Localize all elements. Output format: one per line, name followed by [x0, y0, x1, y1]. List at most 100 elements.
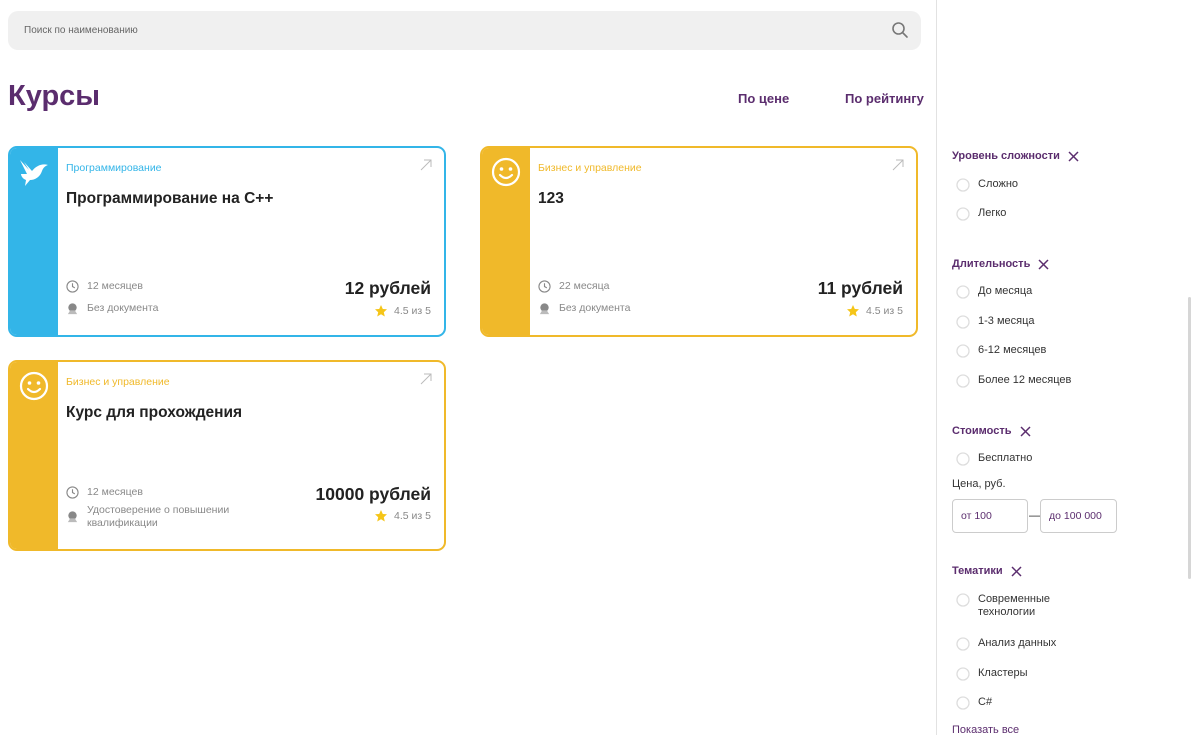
- course-duration: 12 месяцев: [66, 486, 143, 499]
- duration-text: 22 месяца: [559, 280, 610, 292]
- sidebar-divider: [936, 0, 937, 735]
- filter-option[interactable]: До месяца: [956, 285, 1032, 299]
- filter-title-text: Длительность: [952, 258, 1031, 270]
- bird-icon: [20, 160, 48, 186]
- course-rating: 4.5 из 5: [374, 509, 431, 523]
- filter-option[interactable]: Легко: [956, 207, 1006, 221]
- open-arrow-icon[interactable]: [420, 159, 432, 171]
- document-text: Без документа: [87, 302, 159, 314]
- option-label: Анализ данных: [978, 637, 1057, 649]
- clock-icon: [66, 486, 79, 499]
- filter-option[interactable]: Кластеры: [956, 667, 1028, 681]
- duration-text: 12 месяцев: [87, 280, 143, 292]
- option-label: Легко: [978, 207, 1007, 219]
- filter-topics-title: Тематики: [952, 565, 1022, 577]
- star-icon: [847, 305, 860, 317]
- filter-title-text: Стоимость: [952, 425, 1012, 437]
- radio-icon[interactable]: [956, 315, 970, 329]
- radio-icon[interactable]: [956, 374, 970, 388]
- page-title: Курсы: [8, 80, 101, 112]
- clock-icon: [538, 280, 551, 293]
- option-label: 6-12 месяцев: [978, 344, 1047, 356]
- clock-icon: [66, 280, 79, 293]
- show-all-link[interactable]: Показать все: [952, 724, 1019, 736]
- rating-text: 4.5 из 5: [394, 305, 431, 317]
- certificate-icon: [67, 303, 78, 315]
- course-card[interactable]: Бизнес и управление 123 22 месяца Без до…: [480, 146, 918, 337]
- filter-difficulty-title: Уровень сложности: [952, 150, 1079, 162]
- filter-option[interactable]: Бесплатно: [956, 452, 1032, 466]
- star-icon: [375, 305, 388, 317]
- radio-icon[interactable]: [956, 452, 970, 466]
- course-title: Курс для прохождения: [66, 404, 243, 421]
- search-input[interactable]: [8, 11, 884, 50]
- course-document: Без документа: [538, 302, 630, 315]
- radio-icon[interactable]: [956, 285, 970, 299]
- option-label: Бесплатно: [978, 452, 1033, 464]
- sort-by-price[interactable]: По цене: [738, 91, 789, 106]
- close-icon[interactable]: [1038, 258, 1049, 270]
- course-price: 11 рублей: [817, 278, 903, 298]
- open-arrow-icon[interactable]: [892, 159, 904, 171]
- price-to-input[interactable]: [1040, 499, 1117, 533]
- star-icon: [375, 510, 388, 522]
- option-label: 1-3 месяца: [978, 315, 1035, 327]
- document-text: Удостоверение о повышении квалификации: [87, 504, 230, 529]
- filter-option[interactable]: Сложно: [956, 178, 1018, 192]
- filter-option[interactable]: 1-3 месяца: [956, 315, 1035, 329]
- option-label: До месяца: [978, 285, 1033, 297]
- filter-option[interactable]: Современные технологии: [956, 593, 1066, 619]
- course-title: Программирование на С++: [66, 190, 274, 207]
- open-arrow-icon[interactable]: [420, 373, 432, 385]
- course-duration: 12 месяцев: [66, 280, 143, 293]
- radio-icon[interactable]: [956, 344, 970, 358]
- certificate-icon: [67, 511, 78, 523]
- close-icon[interactable]: [1068, 150, 1079, 162]
- course-category: Бизнес и управление: [538, 162, 642, 174]
- course-rating: 4.5 из 5: [846, 304, 903, 318]
- scrollbar[interactable]: [1188, 297, 1191, 579]
- smiley-icon: [19, 371, 49, 401]
- radio-icon[interactable]: [956, 207, 970, 221]
- filter-duration-title: Длительность: [952, 258, 1049, 270]
- radio-icon[interactable]: [956, 667, 970, 681]
- filter-option[interactable]: Более 12 месяцев: [956, 374, 1071, 388]
- option-label: C#: [978, 696, 993, 708]
- course-document: Удостоверение о повышении квалификации: [66, 504, 256, 530]
- radio-icon[interactable]: [956, 637, 970, 651]
- close-icon[interactable]: [1011, 565, 1022, 577]
- document-text: Без документа: [559, 302, 631, 314]
- search-bar: [8, 11, 921, 50]
- filter-option[interactable]: Анализ данных: [956, 637, 1056, 651]
- course-price: 12 рублей: [344, 278, 431, 298]
- radio-icon[interactable]: [956, 178, 970, 192]
- course-card[interactable]: Программирование Программирование на С++…: [8, 146, 446, 337]
- radio-icon[interactable]: [956, 593, 970, 607]
- certificate-icon: [539, 303, 550, 315]
- close-icon[interactable]: [1019, 425, 1031, 437]
- course-price: 10000 рублей: [315, 484, 431, 504]
- option-label: Сложно: [978, 178, 1019, 190]
- smiley-icon: [491, 157, 521, 187]
- filter-title-text: Тематики: [952, 565, 1003, 577]
- course-card[interactable]: Бизнес и управление Курс для прохождения…: [8, 360, 446, 551]
- course-rating: 4.5 из 5: [374, 304, 431, 318]
- option-label: Более 12 месяцев: [978, 374, 1072, 386]
- rating-text: 4.5 из 5: [394, 510, 431, 522]
- course-category: Бизнес и управление: [66, 376, 170, 388]
- filter-cost-title: Стоимость: [952, 425, 1031, 437]
- course-title: 123: [538, 190, 564, 207]
- sort-by-rating[interactable]: По рейтингу: [845, 91, 924, 106]
- option-label: Кластеры: [978, 667, 1028, 679]
- filter-title-text: Уровень сложности: [952, 150, 1060, 162]
- course-duration: 22 месяца: [538, 280, 609, 293]
- price-range-label: Цена, руб.: [952, 478, 1006, 490]
- filter-option[interactable]: 6-12 месяцев: [956, 344, 1046, 358]
- filter-option[interactable]: C#: [956, 696, 992, 710]
- radio-icon[interactable]: [956, 696, 970, 710]
- option-label: Современные технологии: [978, 593, 1050, 618]
- course-category: Программирование: [66, 162, 162, 174]
- search-icon[interactable]: [891, 21, 909, 39]
- rating-text: 4.5 из 5: [866, 305, 903, 317]
- price-from-input[interactable]: [952, 499, 1028, 533]
